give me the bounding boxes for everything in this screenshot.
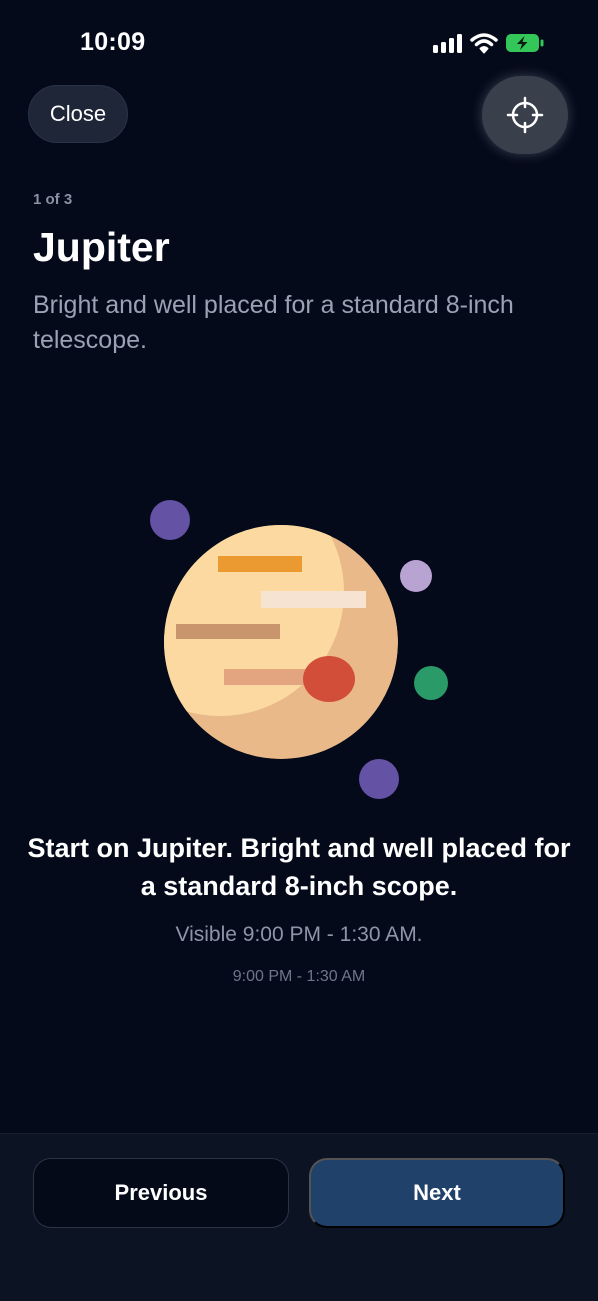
battery-charging-icon bbox=[506, 34, 544, 52]
time-range-text: 9:00 PM - 1:30 AM bbox=[232, 968, 366, 985]
previous-button[interactable]: Previous bbox=[33, 1158, 289, 1228]
locate-button[interactable] bbox=[482, 76, 568, 154]
moon-green-right bbox=[414, 666, 448, 700]
page-subtitle: Bright and well placed for a standard 8-… bbox=[33, 291, 514, 354]
status-bar: 10:09 bbox=[0, 0, 598, 88]
great-red-spot bbox=[303, 656, 355, 702]
next-button[interactable]: Next bbox=[309, 1158, 565, 1228]
status-icons bbox=[433, 32, 544, 54]
description-text: Start on Jupiter. Bright and well placed… bbox=[27, 833, 571, 901]
step-counter: 1 of 3 bbox=[33, 191, 73, 208]
crosshair-icon bbox=[506, 96, 544, 134]
moon-lilac-right bbox=[400, 560, 432, 592]
cellular-signal-icon bbox=[433, 33, 462, 53]
close-button[interactable]: Close bbox=[28, 85, 128, 143]
visibility-text: Visible 9:00 PM - 1:30 AM. bbox=[175, 923, 423, 946]
status-time: 10:09 bbox=[80, 28, 146, 56]
jupiter-illustration bbox=[150, 500, 448, 799]
wifi-icon bbox=[470, 33, 498, 54]
moon-purple-bottom bbox=[359, 759, 399, 799]
moon-purple-top-left bbox=[150, 500, 190, 540]
page-title: Jupiter bbox=[33, 224, 170, 270]
